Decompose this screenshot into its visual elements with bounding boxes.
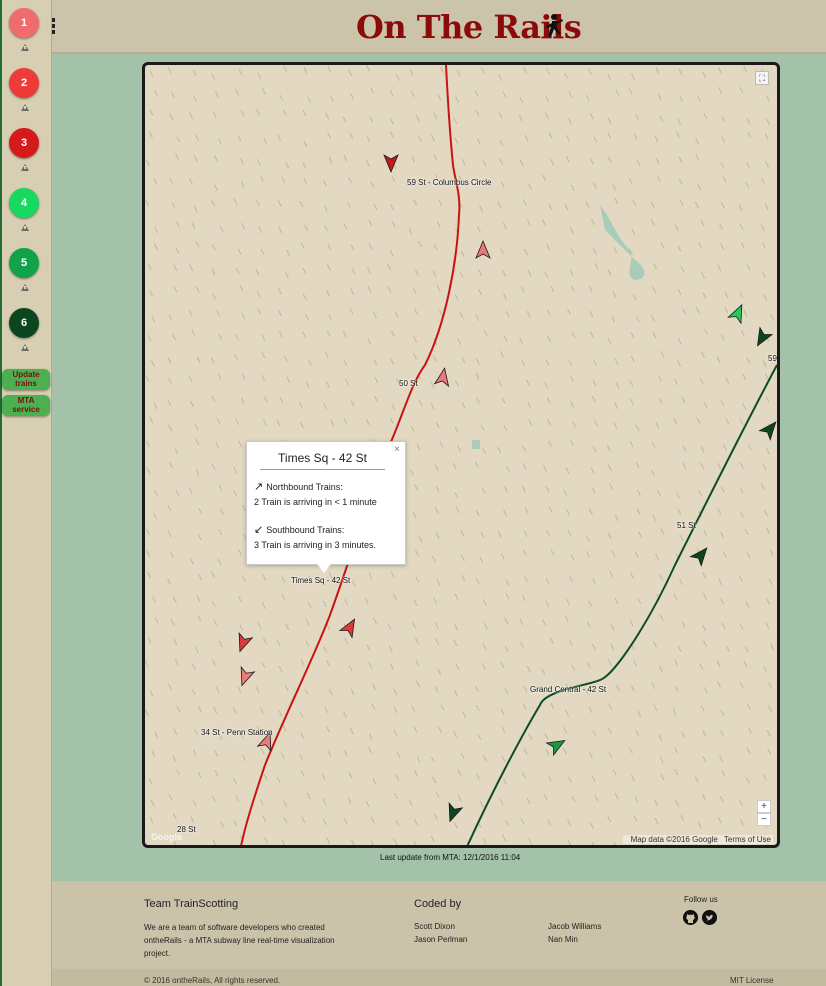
- sidebar-edge: [0, 0, 2, 986]
- update-trains-label-1: Update: [12, 370, 40, 379]
- northbound-heading: ↗ Northbound Trains:: [254, 480, 398, 493]
- northbound-heading-text: Northbound Trains:: [266, 482, 343, 492]
- train-marker[interactable]: [751, 326, 774, 350]
- follow-us-label: Follow us: [684, 895, 718, 904]
- fullscreen-icon[interactable]: ⛶: [755, 71, 769, 85]
- popup-title: Times Sq - 42 St: [260, 451, 385, 470]
- line-button-1[interactable]: 1: [9, 8, 39, 38]
- mta-service-label-1: MTA: [17, 396, 35, 405]
- license-link[interactable]: MIT License: [730, 976, 773, 985]
- author-name: Scott Dixon: [414, 922, 455, 931]
- train-marker[interactable]: [475, 239, 491, 259]
- line-button-4[interactable]: 4: [9, 188, 39, 218]
- northbound-info: 2 Train is arriving in < 1 minute: [254, 497, 377, 507]
- alert-icon[interactable]: [21, 164, 29, 171]
- map-data-text: Map data ©2016 Google: [630, 835, 718, 844]
- southbound-info: 3 Train is arriving in 3 minutes.: [254, 540, 377, 550]
- menu-icon[interactable]: [52, 18, 55, 40]
- zoom-in-button[interactable]: +: [757, 800, 771, 813]
- team-title: Team TrainScotting: [144, 898, 239, 910]
- update-trains-button[interactable]: Update trains: [2, 369, 50, 390]
- update-trains-label-2: trains: [15, 379, 37, 388]
- green-line-route: [466, 364, 777, 845]
- google-logo: Google: [151, 832, 182, 842]
- train-marker[interactable]: [689, 544, 712, 567]
- line-button-3[interactable]: 3: [9, 128, 39, 158]
- station-popup: × Times Sq - 42 St ↗ Northbound Trains: 2…: [246, 441, 406, 573]
- train-marker[interactable]: [758, 418, 780, 441]
- twitter-icon[interactable]: [702, 910, 717, 925]
- mta-service-button[interactable]: MTA service: [2, 395, 50, 416]
- station-label-51st[interactable]: 51 St: [677, 521, 696, 530]
- coded-by-heading: Coded by: [414, 898, 462, 910]
- park-lake: [600, 205, 645, 280]
- train-marker[interactable]: [443, 801, 464, 824]
- alert-icon[interactable]: [21, 44, 29, 51]
- last-update-status: Last update from MTA: 12/1/2016 11:04: [380, 853, 521, 862]
- subway-map[interactable]: 59 St - Columbus Circle 50 St Times Sq -…: [142, 62, 780, 848]
- line-button-2[interactable]: 2: [9, 68, 39, 98]
- author-name: Jacob Williams: [548, 922, 602, 931]
- mta-service-label-2: service: [12, 405, 40, 414]
- train-marker[interactable]: [383, 154, 399, 174]
- southbound-arrow-icon: ↙: [254, 524, 264, 536]
- map-attribution: Map data ©2016 Google Terms of Use: [622, 835, 773, 844]
- station-label-grand-central[interactable]: Grand Central - 42 St: [530, 685, 606, 694]
- team-description: We are a team of software developers who…: [144, 923, 335, 958]
- author-name: Jason Perlman: [414, 935, 468, 944]
- copyright-text: © 2016 ontheRails, All rights reserved.: [144, 976, 281, 985]
- park-square: [472, 440, 480, 449]
- popup-close-button[interactable]: ×: [394, 444, 400, 455]
- line-button-5[interactable]: 5: [9, 248, 39, 278]
- alert-icon[interactable]: [21, 284, 29, 291]
- station-label-penn[interactable]: 34 St - Penn Station: [201, 728, 273, 737]
- train-marker[interactable]: [235, 665, 256, 688]
- terms-link[interactable]: Terms of Use: [724, 835, 771, 844]
- github-icon[interactable]: [683, 910, 698, 925]
- train-marker[interactable]: [433, 367, 452, 388]
- station-label-times-sq[interactable]: Times Sq - 42 St: [291, 576, 350, 585]
- station-label-50st[interactable]: 50 St: [399, 379, 418, 388]
- alert-icon[interactable]: [21, 224, 29, 231]
- zoom-out-button[interactable]: −: [757, 813, 771, 826]
- southbound-heading-text: Southbound Trains:: [266, 525, 345, 535]
- author-name: Nan Min: [548, 935, 578, 944]
- train-marker[interactable]: [233, 631, 254, 654]
- station-label-59[interactable]: 59: [768, 354, 777, 363]
- runner-icon: [546, 14, 563, 37]
- northbound-arrow-icon: ↗: [254, 481, 264, 493]
- station-label-columbus[interactable]: 59 St - Columbus Circle: [407, 178, 491, 187]
- southbound-heading: ↙ Southbound Trains:: [254, 523, 398, 536]
- alert-icon[interactable]: [21, 344, 29, 351]
- train-marker[interactable]: [338, 616, 361, 639]
- line-button-6[interactable]: 6: [9, 308, 39, 338]
- alert-icon[interactable]: [21, 104, 29, 111]
